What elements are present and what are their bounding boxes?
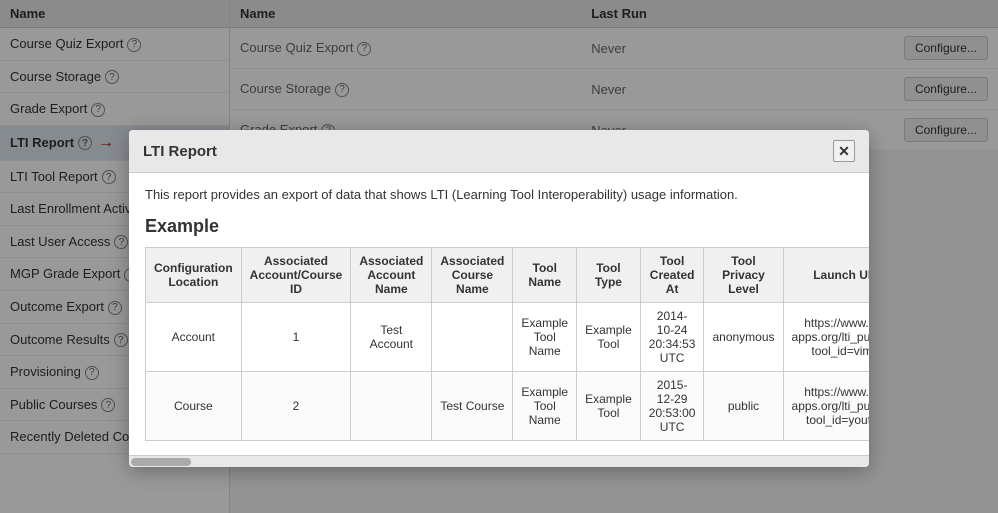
example-col-header: Associated Course Name <box>432 248 513 303</box>
example-col-header: Associated Account Name <box>351 248 432 303</box>
example-col-header: Associated Account/Course ID <box>241 248 351 303</box>
table-cell: Test Account <box>351 303 432 372</box>
modal-dialog: LTI Report ✕ This report provides an exp… <box>129 130 869 467</box>
scrollbar-thumb <box>131 458 191 466</box>
table-cell: anonymous <box>704 303 783 372</box>
example-col-header: Tool Created At <box>640 248 704 303</box>
example-col-header: Tool Privacy Level <box>704 248 783 303</box>
modal-title: LTI Report <box>143 143 217 160</box>
example-heading: Example <box>145 216 853 237</box>
table-cell: Example Tool <box>577 303 641 372</box>
table-cell: 2014-10-24 20:34:53 UTC <box>640 303 704 372</box>
modal-close-button[interactable]: ✕ <box>833 140 855 162</box>
table-cell: Account <box>146 303 242 372</box>
table-cell: 2 <box>241 372 351 441</box>
table-cell: Example Tool Name <box>513 372 577 441</box>
example-table: Configuration LocationAssociated Account… <box>145 247 869 441</box>
example-col-header: Launch URL <box>783 248 869 303</box>
modal-description: This report provides an export of data t… <box>145 187 853 202</box>
table-cell: Example Tool <box>577 372 641 441</box>
table-row: Course2 Test CourseExample Tool NameExamp… <box>146 372 870 441</box>
example-col-header: Configuration Location <box>146 248 242 303</box>
table-cell: Course <box>146 372 242 441</box>
example-col-header: Tool Name <box>513 248 577 303</box>
modal-overlay[interactable]: LTI Report ✕ This report provides an exp… <box>0 0 998 513</box>
table-cell: 1 <box>241 303 351 372</box>
modal-header: LTI Report ✕ <box>129 130 869 173</box>
table-cell <box>432 303 513 372</box>
table-cell: public <box>704 372 783 441</box>
modal-body: This report provides an export of data t… <box>129 173 869 455</box>
table-cell: Example Tool Name <box>513 303 577 372</box>
table-cell: https://www.edu-apps.org/lti_public_re t… <box>783 372 869 441</box>
modal-scrollbar[interactable] <box>129 455 869 467</box>
table-cell <box>351 372 432 441</box>
table-row: Account1Test Account Example Tool NameExa… <box>146 303 870 372</box>
table-cell: 2015-12-29 20:53:00 UTC <box>640 372 704 441</box>
table-cell: Test Course <box>432 372 513 441</box>
example-col-header: Tool Type <box>577 248 641 303</box>
table-cell: https://www.edu-apps.org/lti_public_re t… <box>783 303 869 372</box>
